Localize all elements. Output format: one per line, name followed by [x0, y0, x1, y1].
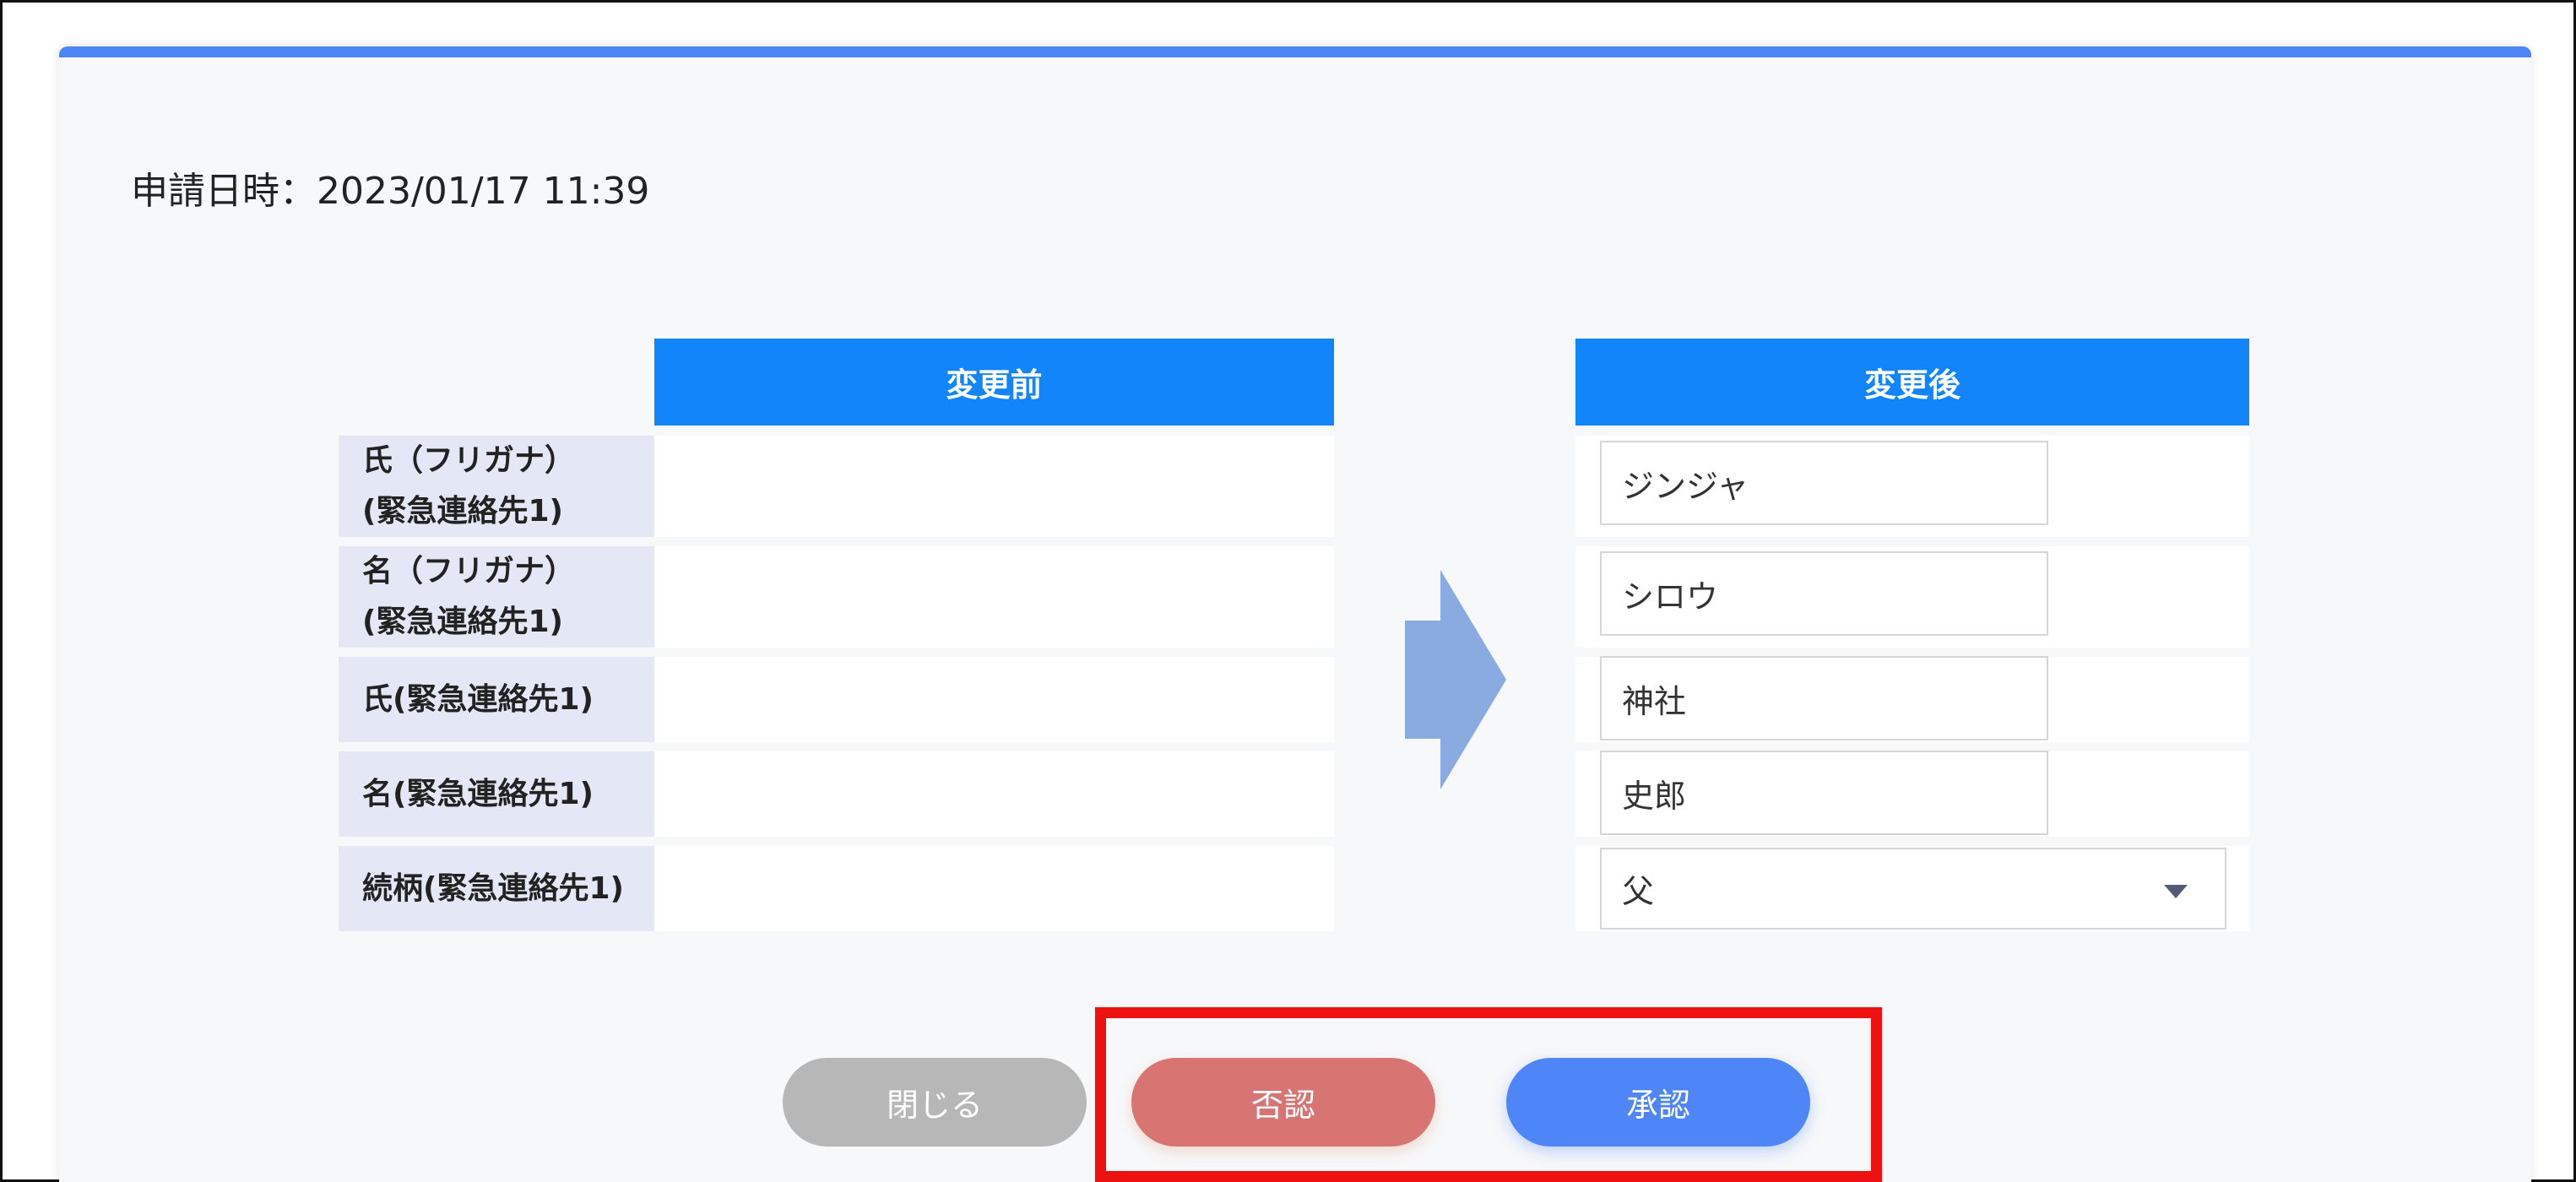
approve-button[interactable]: 承認: [1506, 1058, 1810, 1147]
chevron-down-icon: [2164, 885, 2188, 898]
arrow-right-icon: [1405, 570, 1506, 789]
before-column-header: 変更前: [654, 339, 1334, 426]
row-label-line1: 氏（フリガナ）: [362, 443, 576, 478]
before-value-first-name: [654, 751, 1334, 837]
card-accent-bar: [59, 46, 2531, 57]
first-name-input[interactable]: 史郎: [1600, 751, 2048, 835]
applied-datetime: 申請日時：2023/01/17 11:39: [131, 170, 650, 213]
row-label-line1: 氏(緊急連絡先1): [362, 681, 594, 717]
before-value-relationship: [654, 846, 1334, 931]
row-label-last-name: 氏(緊急連絡先1): [339, 657, 654, 742]
row-label-line1: 名（フリガナ）: [362, 554, 576, 588]
approval-card: 申請日時：2023/01/17 11:39 変更前 変更後 氏（フリガナ） (緊…: [59, 46, 2531, 1182]
after-column-header: 変更後: [1575, 339, 2249, 426]
last-name-kana-input[interactable]: ジンジャ: [1600, 441, 2048, 525]
relationship-selected-value: 父: [1622, 873, 1655, 910]
before-value-last-name: [654, 657, 1334, 742]
row-label-line2: (緊急連絡先1): [362, 605, 563, 639]
row-label-first-name-kana: 名（フリガナ） (緊急連絡先1): [339, 546, 654, 648]
row-label-line2: (緊急連絡先1): [362, 494, 563, 529]
first-name-kana-input[interactable]: シロウ: [1600, 551, 2048, 636]
last-name-input[interactable]: 神社: [1600, 656, 2048, 740]
reject-button[interactable]: 否認: [1131, 1058, 1435, 1147]
before-value-last-name-kana: [654, 436, 1334, 537]
row-label-line1: 名(緊急連絡先1): [362, 776, 594, 811]
row-label-relationship: 続柄(緊急連絡先1): [339, 846, 654, 931]
row-label-last-name-kana: 氏（フリガナ） (緊急連絡先1): [339, 436, 654, 537]
relationship-select[interactable]: 父: [1600, 848, 2226, 930]
close-button[interactable]: 閉じる: [783, 1058, 1087, 1147]
row-label-first-name: 名(緊急連絡先1): [339, 751, 654, 837]
row-label-line1: 続柄(緊急連絡先1): [362, 870, 624, 906]
before-value-first-name-kana: [654, 546, 1334, 648]
